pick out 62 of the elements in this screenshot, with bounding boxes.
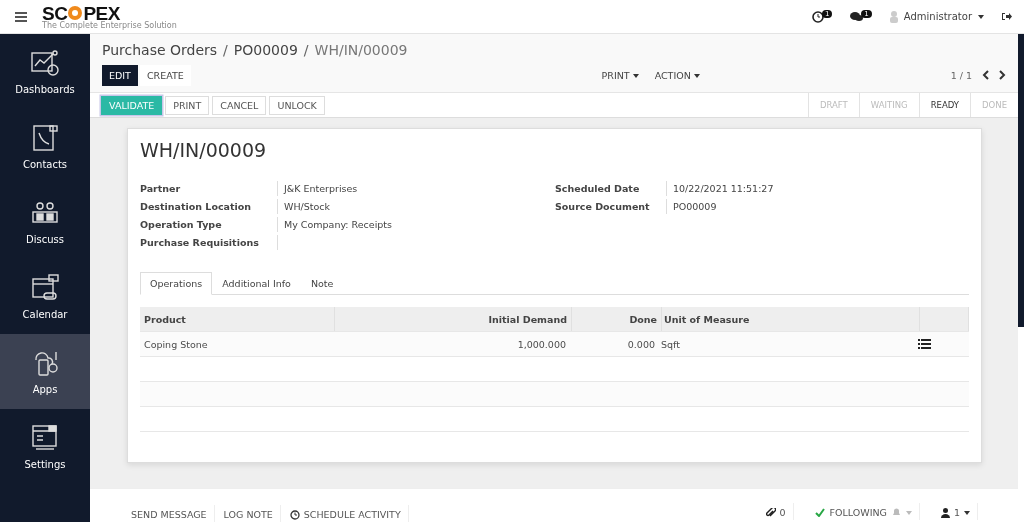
column-header[interactable]: Product bbox=[140, 307, 335, 331]
scrollbar[interactable] bbox=[1018, 34, 1024, 327]
tab[interactable]: Note bbox=[300, 272, 344, 295]
details-list-icon[interactable] bbox=[918, 339, 931, 349]
action-dropdown[interactable]: ACTION bbox=[650, 65, 704, 85]
column-header[interactable]: Done bbox=[572, 307, 662, 331]
settings-icon bbox=[30, 423, 60, 453]
paperclip-icon bbox=[765, 507, 776, 518]
field-value: J&K Enterprises bbox=[282, 182, 359, 196]
logo-tagline: The Complete Enterprise Solution bbox=[42, 21, 177, 30]
clock-icon bbox=[289, 509, 300, 520]
sidebar-item[interactable]: Settings bbox=[0, 409, 90, 484]
sidebar-item[interactable]: Apps bbox=[0, 334, 90, 409]
record-title: WH/IN/00009 bbox=[140, 139, 268, 161]
table-cell-text: Sqft bbox=[660, 338, 681, 350]
breadcrumb-link[interactable]: Purchase Orders bbox=[102, 42, 218, 58]
previous-icon[interactable] bbox=[982, 70, 989, 80]
header-button[interactable]: CANCEL bbox=[212, 95, 267, 115]
field-value: PO00009 bbox=[672, 200, 718, 214]
field-value: 10/22/2021 11:51:27 bbox=[672, 182, 774, 196]
sidebar-item[interactable]: Contacts bbox=[0, 109, 90, 184]
user-menu[interactable]: Administrator bbox=[889, 10, 984, 23]
tab[interactable]: Operations bbox=[140, 272, 213, 295]
column-header[interactable]: Unit of Measure bbox=[662, 307, 920, 331]
breadcrumb-current: WH/IN/00009 bbox=[314, 42, 408, 58]
field-value: My Company: Receipts bbox=[283, 218, 393, 232]
check-icon bbox=[814, 508, 825, 517]
table-cell-text: 1,000.000 bbox=[516, 338, 567, 350]
breadcrumb-separator: / bbox=[223, 42, 228, 58]
field-label: Operation Type bbox=[140, 217, 278, 232]
calendar-icon bbox=[30, 273, 60, 303]
logout-icon[interactable] bbox=[1002, 12, 1012, 21]
edit-button[interactable]: EDIT bbox=[102, 64, 138, 86]
field-label: Scheduled Date bbox=[555, 181, 667, 196]
menu-icon[interactable] bbox=[15, 11, 27, 22]
sidebar-item[interactable]: Calendar bbox=[0, 259, 90, 334]
field-label: Purchase Requisitions bbox=[140, 235, 278, 250]
field-label: Source Document bbox=[555, 199, 667, 214]
print-dropdown[interactable]: PRINT bbox=[597, 65, 643, 85]
person-icon bbox=[940, 507, 950, 518]
pager-text: 1 / 1 bbox=[950, 69, 972, 81]
header-button[interactable]: UNLOCK bbox=[269, 95, 325, 115]
bell-icon bbox=[891, 508, 901, 517]
breadcrumb-link[interactable]: PO00009 bbox=[233, 42, 298, 58]
field-label: Destination Location bbox=[140, 199, 278, 214]
field-label: Partner bbox=[140, 181, 278, 196]
sidebar-item[interactable]: Dashboards bbox=[0, 34, 90, 109]
tab[interactable]: Additional Info bbox=[212, 272, 301, 295]
table-cell-text: 0.000 bbox=[626, 338, 656, 350]
logo-mark-icon bbox=[67, 5, 84, 21]
table-cell-text: Coping Stone bbox=[143, 338, 209, 350]
column-header[interactable]: Initial Demand bbox=[335, 307, 572, 331]
breadcrumb-separator: / bbox=[303, 42, 309, 58]
dashboard-icon bbox=[30, 48, 60, 78]
next-icon[interactable] bbox=[999, 70, 1006, 80]
clock-icon bbox=[811, 10, 824, 23]
user-avatar-icon bbox=[889, 10, 898, 23]
header-button[interactable]: PRINT bbox=[165, 95, 210, 115]
field-value: WH/Stock bbox=[283, 200, 332, 214]
sidebar-item[interactable]: Discuss bbox=[0, 184, 90, 259]
chat-icon bbox=[850, 11, 864, 22]
create-button[interactable]: CREATE bbox=[139, 64, 191, 86]
